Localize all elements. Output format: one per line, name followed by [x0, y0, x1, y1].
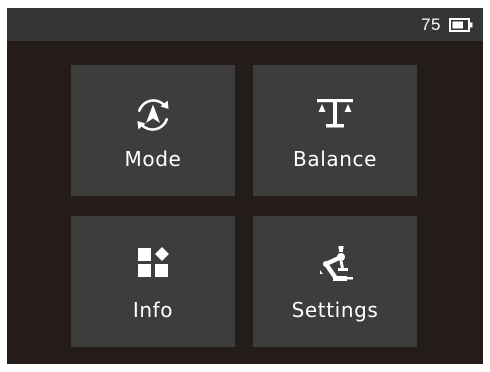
battery-indicator: 75	[421, 8, 473, 41]
balance-label: Balance	[293, 147, 377, 171]
settings-tile[interactable]: Settings	[253, 216, 417, 347]
compass-rotate-icon	[137, 99, 169, 131]
battery-fill	[452, 21, 463, 28]
grid-blocks-icon	[138, 247, 169, 277]
battery-icon	[449, 17, 473, 32]
mode-label: Mode	[124, 147, 182, 171]
settings-label: Settings	[291, 298, 379, 322]
mode-tile[interactable]: Mode	[71, 65, 235, 196]
balance-tile[interactable]: Balance	[253, 65, 417, 196]
robot-arm-icon	[320, 246, 353, 281]
device-screen: 75 Mode Balance Info Settings	[7, 8, 483, 364]
info-label: Info	[132, 298, 174, 322]
info-tile[interactable]: Info	[71, 216, 235, 347]
status-bar: 75	[7, 8, 483, 41]
battery-level: 75	[421, 14, 441, 34]
balance-scale-icon	[317, 99, 353, 128]
